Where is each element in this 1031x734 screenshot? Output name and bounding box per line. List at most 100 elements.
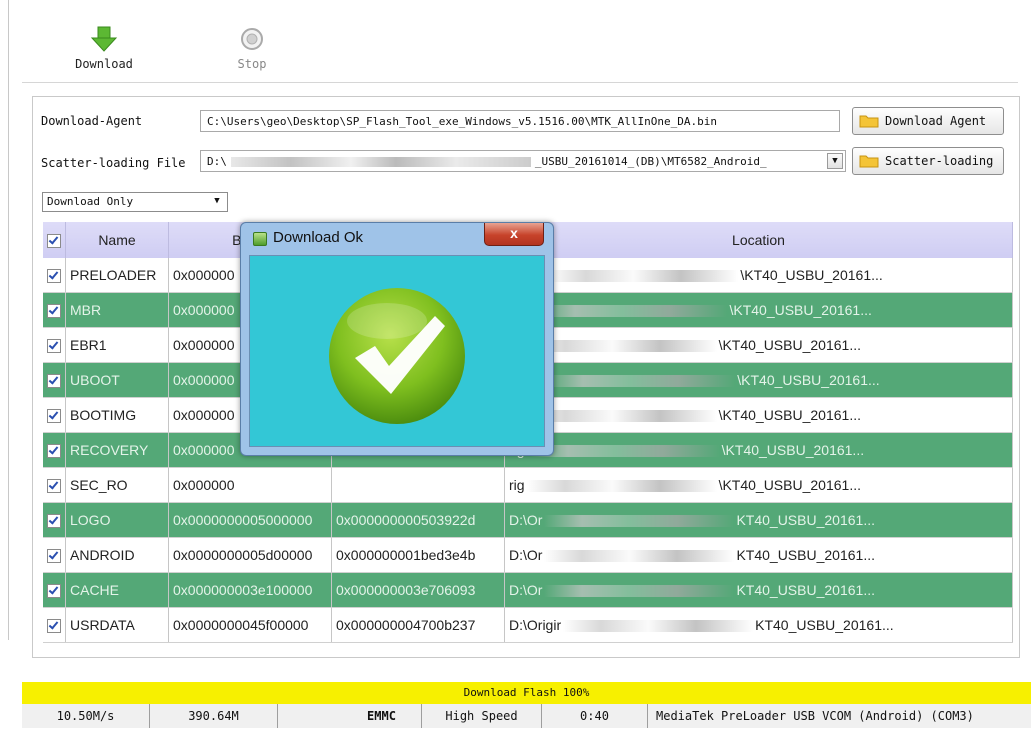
app-icon <box>253 232 267 246</box>
chevron-down-icon[interactable]: ▼ <box>827 153 843 169</box>
table-row[interactable]: SEC_RO 0x000000 rig \KT40_USBU_20161... <box>43 467 1013 503</box>
download-mode-value: Download Only <box>47 195 134 208</box>
row-checkbox[interactable] <box>47 584 61 599</box>
cell-name: LOGO <box>65 502 169 538</box>
folder-icon <box>859 154 879 168</box>
row-checkbox-cell[interactable] <box>43 258 66 293</box>
download-agent-button[interactable]: Download Agent <box>852 107 1004 135</box>
row-checkbox[interactable] <box>47 549 61 564</box>
scatter-loading-path[interactable]: D:\ _USBU_20161014_(DB)\MT6582_Android_ ▼ <box>200 150 846 172</box>
location-start: rig <box>509 477 525 493</box>
status-speed: 10.50M/s <box>22 704 150 728</box>
toolbar: Download Stop <box>22 0 1018 83</box>
row-checkbox-cell[interactable] <box>43 607 66 643</box>
cell-location: D:\Or KT40_USBU_20161... <box>504 537 1013 573</box>
cell-location: riginal\KT40_USBU_20161... <box>504 258 1013 293</box>
row-checkbox-cell[interactable] <box>43 502 66 538</box>
cell-end <box>331 467 505 503</box>
flash-tool-window: Download Stop Download-Agent C:\Users\ge… <box>0 0 1031 734</box>
cell-end: 0x000000001bed3e4b <box>331 537 505 573</box>
row-checkbox-cell[interactable] <box>43 537 66 573</box>
row-checkbox-cell[interactable] <box>43 292 66 328</box>
close-icon: x <box>510 225 518 241</box>
table-row[interactable]: ANDROID 0x0000000005d00000 0x000000001bed3… <box>43 537 1013 573</box>
green-checkmark-icon <box>329 288 465 424</box>
redacted-path <box>529 445 720 458</box>
redacted-path <box>526 340 717 353</box>
close-button[interactable]: x <box>484 223 544 246</box>
redacted-path <box>526 410 717 423</box>
row-checkbox[interactable] <box>47 479 61 494</box>
row-checkbox[interactable] <box>47 339 61 354</box>
redacted-path <box>537 305 728 318</box>
cell-location: rig\KT40_USBU_20161... <box>504 327 1013 363</box>
download-agent-path[interactable]: C:\Users\geo\Desktop\SP_Flash_Tool_exe_W… <box>200 110 840 132</box>
row-checkbox[interactable] <box>47 409 61 424</box>
redacted-path <box>548 270 739 283</box>
table-row[interactable]: LOGO 0x0000000005000000 0x000000000503922d… <box>43 502 1013 538</box>
window-edge <box>8 0 9 640</box>
table-row[interactable]: CACHE 0x000000003e100000 0x000000003e70609… <box>43 572 1013 608</box>
row-checkbox[interactable] <box>47 444 61 459</box>
cell-name: CACHE <box>65 572 169 608</box>
redacted-path <box>544 585 735 598</box>
cell-location: rigina\KT40_USBU_20161... <box>504 362 1013 398</box>
cell-end: 0x000000004700b237 <box>331 607 505 643</box>
location-end: KT40_USBU_20161... <box>736 512 875 528</box>
col-name[interactable]: Name <box>65 222 169 258</box>
row-checkbox[interactable] <box>47 514 61 529</box>
cell-location: D:\Origir KT40_USBU_20161... <box>504 607 1013 643</box>
green-down-arrow-icon <box>90 26 118 52</box>
location-start: D:\Origir <box>509 617 562 633</box>
download-button[interactable]: Download <box>64 25 144 77</box>
dialog-title: Download Ok <box>273 229 364 246</box>
cell-location: D:\Or KT40_USBU_20161... <box>504 572 1013 608</box>
scatter-loading-label: Scatter-loading File <box>41 156 186 170</box>
row-checkbox-cell[interactable] <box>43 467 66 503</box>
scatter-loading-button[interactable]: Scatter-loading <box>852 147 1004 175</box>
row-checkbox[interactable] <box>47 374 61 389</box>
cell-name: EBR1 <box>65 327 169 363</box>
row-checkbox-cell[interactable] <box>43 397 66 433</box>
row-checkbox[interactable] <box>47 619 61 634</box>
row-checkbox-cell[interactable] <box>43 327 66 363</box>
row-checkbox[interactable] <box>47 304 61 319</box>
stop-button[interactable]: Stop <box>212 25 292 77</box>
status-spacer <box>278 704 342 728</box>
status-port: MediaTek PreLoader USB VCOM (Android) (C… <box>656 709 974 723</box>
location-end: \KT40_USBU_20161... <box>740 267 883 283</box>
row-checkbox[interactable] <box>47 269 61 284</box>
row-checkbox-cell[interactable] <box>43 432 66 468</box>
download-agent-label: Download-Agent <box>41 114 143 128</box>
col-location[interactable]: Location <box>504 222 1013 258</box>
select-all-checkbox-cell[interactable] <box>43 222 66 258</box>
download-agent-button-label: Download Agent <box>885 114 987 128</box>
redacted-path <box>545 375 736 388</box>
dialog-title-bar[interactable]: Download Ok x <box>241 223 553 253</box>
location-end: \KT40_USBU_20161... <box>718 477 861 493</box>
row-checkbox-cell[interactable] <box>43 362 66 398</box>
row-checkbox-cell[interactable] <box>43 572 66 608</box>
redacted-path <box>230 157 531 167</box>
table-row[interactable]: USRDATA 0x0000000045f00000 0x000000004700b… <box>43 607 1013 643</box>
select-all-checkbox[interactable] <box>47 234 61 249</box>
chevron-down-icon[interactable]: ▼ <box>209 194 225 210</box>
cell-name: RECOVERY <box>65 432 169 468</box>
location-start: D:\Or <box>509 512 543 528</box>
dialog-content <box>249 255 545 447</box>
download-mode-select[interactable]: Download Only ▼ <box>42 192 228 212</box>
status-storage: EMMC <box>342 704 422 728</box>
location-end: KT40_USBU_20161... <box>736 547 875 563</box>
location-start: D:\Or <box>509 547 543 563</box>
cell-begin: 0x000000003e100000 <box>168 572 332 608</box>
stop-circle-icon <box>241 28 263 50</box>
cell-name: PRELOADER <box>65 258 169 293</box>
cell-location: rig \KT40_USBU_20161... <box>504 467 1013 503</box>
download-label: Download <box>75 57 133 71</box>
location-end: KT40_USBU_20161... <box>755 617 894 633</box>
cell-name: MBR <box>65 292 169 328</box>
progress-bar: Download Flash 100% <box>22 682 1031 704</box>
cell-name: USRDATA <box>65 607 169 643</box>
download-ok-dialog: Download Ok x <box>240 222 554 456</box>
cell-end: 0x000000003e706093 <box>331 572 505 608</box>
